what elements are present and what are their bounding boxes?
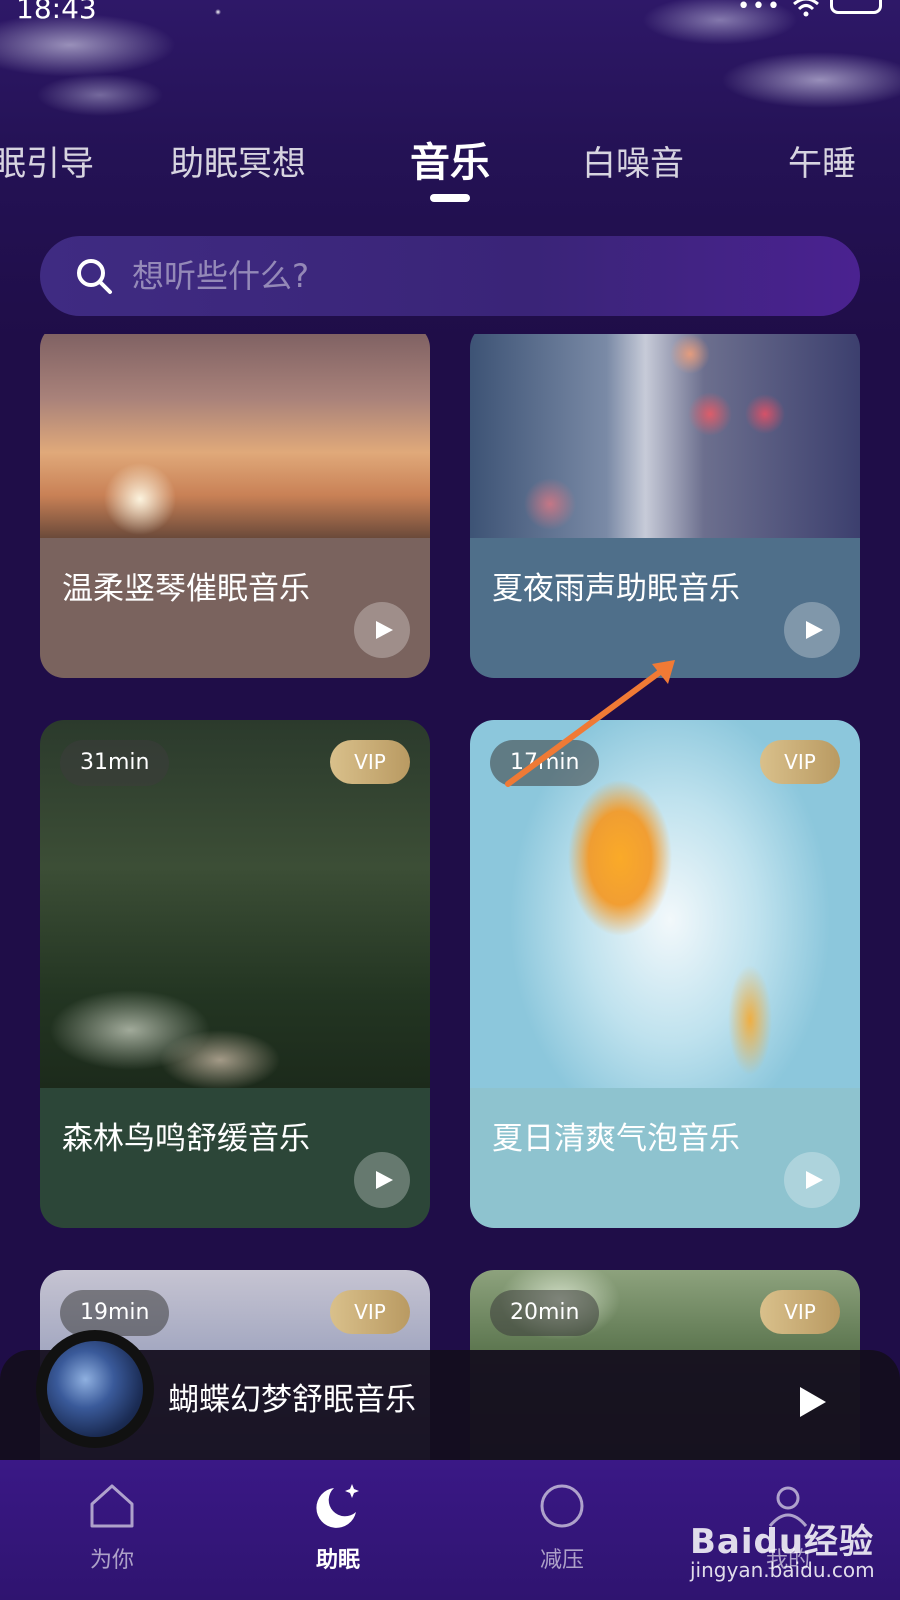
baidu-jingyan-watermark: Baidu经验 jingyan.baidu.com: [690, 1514, 880, 1594]
harp-sunset-thumbnail: [40, 334, 430, 538]
play-icon: [806, 1171, 823, 1189]
card-footer: 森林鸟鸣舒缓音乐: [40, 1088, 430, 1228]
card-footer: 夏日清爽气泡音乐: [470, 1088, 860, 1228]
card-title: 夏夜雨声助眠音乐: [492, 571, 740, 607]
nav-item-sleep[interactable]: 助眠: [278, 1480, 398, 1574]
play-icon: [376, 621, 393, 639]
play-button[interactable]: [784, 1152, 840, 1208]
duration-badge: 31min: [60, 740, 170, 786]
vip-badge: VIP: [760, 1290, 840, 1334]
now-playing-title: 蝴蝶幻梦舒眠音乐: [168, 1382, 416, 1418]
status-indicators: •••: [737, 0, 882, 19]
status-time: 18:43: [16, 0, 97, 25]
play-icon: [376, 1171, 393, 1189]
watermark-url: jingyan.baidu.com: [690, 1558, 875, 1582]
play-icon[interactable]: [794, 1384, 830, 1420]
card-title: 森林鸟鸣舒缓音乐: [62, 1121, 310, 1157]
annotation-arrow: [505, 660, 675, 787]
tab-white-noise[interactable]: 白噪音: [582, 136, 684, 185]
duration-badge: 19min: [60, 1290, 170, 1336]
play-button[interactable]: [354, 1152, 410, 1208]
vip-badge: VIP: [760, 740, 840, 784]
music-card[interactable]: 森林鸟鸣舒缓音乐 31min VIP: [40, 720, 430, 1228]
rain-window-thumbnail: [470, 334, 860, 538]
card-footer: 温柔竖琴催眠音乐: [40, 538, 430, 678]
play-icon: [806, 621, 823, 639]
nav-label: 助眠: [315, 1548, 360, 1573]
category-tabs: 眠引导 助眠冥想 音乐 白噪音 午睡: [0, 126, 900, 206]
nav-item-for-you[interactable]: 为你: [52, 1480, 172, 1574]
search-input[interactable]: [132, 246, 860, 306]
vip-badge: VIP: [330, 1290, 410, 1334]
search-icon: [77, 259, 112, 294]
tab-sleep-meditation[interactable]: 助眠冥想: [170, 136, 306, 185]
mini-player[interactable]: 蝴蝶幻梦舒眠音乐: [0, 1330, 900, 1460]
duration-badge: 20min: [490, 1290, 600, 1336]
music-card-grid: 温柔竖琴催眠音乐 夏夜雨声助眠音乐 森林鸟鸣舒缓音乐 31min VIP 夏日清…: [0, 334, 900, 1460]
home-icon: [90, 1484, 134, 1528]
tab-sleep-guide[interactable]: 眠引导: [0, 136, 94, 185]
search-bar[interactable]: [40, 236, 860, 316]
nav-label: 为你: [89, 1548, 134, 1573]
card-title: 夏日清爽气泡音乐: [492, 1121, 740, 1157]
music-card[interactable]: 夏夜雨声助眠音乐: [470, 334, 860, 678]
active-tab-indicator: [430, 194, 470, 202]
now-playing-disc[interactable]: [36, 1330, 154, 1448]
play-button[interactable]: [784, 602, 840, 658]
music-card[interactable]: 温柔竖琴催眠音乐: [40, 334, 430, 678]
now-playing-cover: [47, 1341, 143, 1437]
status-bar: 18:43 •••: [0, 0, 900, 26]
nav-label: 减压: [539, 1548, 584, 1573]
more-dots-icon: •••: [737, 0, 782, 19]
vip-badge: VIP: [330, 740, 410, 784]
tab-music[interactable]: 音乐: [410, 130, 490, 188]
battery-icon: [830, 0, 882, 14]
watermark-brand: Baidu经验: [690, 1522, 875, 1562]
wifi-icon: [793, 0, 819, 16]
circle-icon: [540, 1484, 584, 1528]
card-title: 温柔竖琴催眠音乐: [62, 571, 310, 607]
tab-nap[interactable]: 午睡: [788, 136, 856, 185]
play-button[interactable]: [354, 602, 410, 658]
nav-item-relax[interactable]: 减压: [502, 1480, 622, 1574]
moon-icon: [316, 1484, 359, 1528]
